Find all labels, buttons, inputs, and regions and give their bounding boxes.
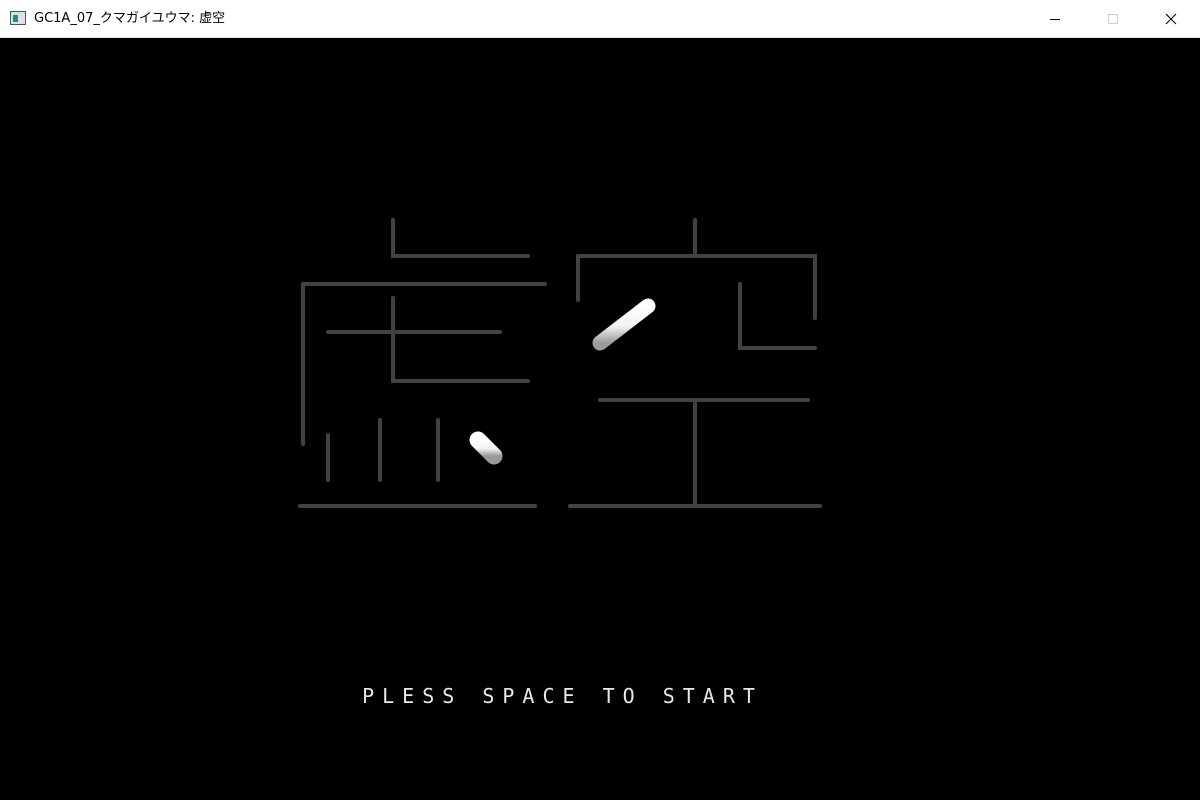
app-icon [10,11,26,25]
close-icon [1165,13,1177,24]
maximize-button[interactable] [1084,0,1142,37]
minimize-button[interactable] [1026,0,1084,37]
maximize-icon [1108,13,1118,24]
logo-strokes [255,201,831,502]
close-button[interactable] [1142,0,1200,37]
window-title: GC1A_07_クマガイユウマ: 虚空 [34,11,226,26]
game-canvas[interactable]: 虚空 [0,38,1200,800]
start-prompt: PLESS SPACE TO START [362,684,763,708]
app-window: GC1A_07_クマガイユウマ: 虚空 虚空 [0,0,1200,800]
minimize-icon [1050,18,1060,20]
title-bar[interactable]: GC1A_07_クマガイユウマ: 虚空 [0,0,1200,38]
